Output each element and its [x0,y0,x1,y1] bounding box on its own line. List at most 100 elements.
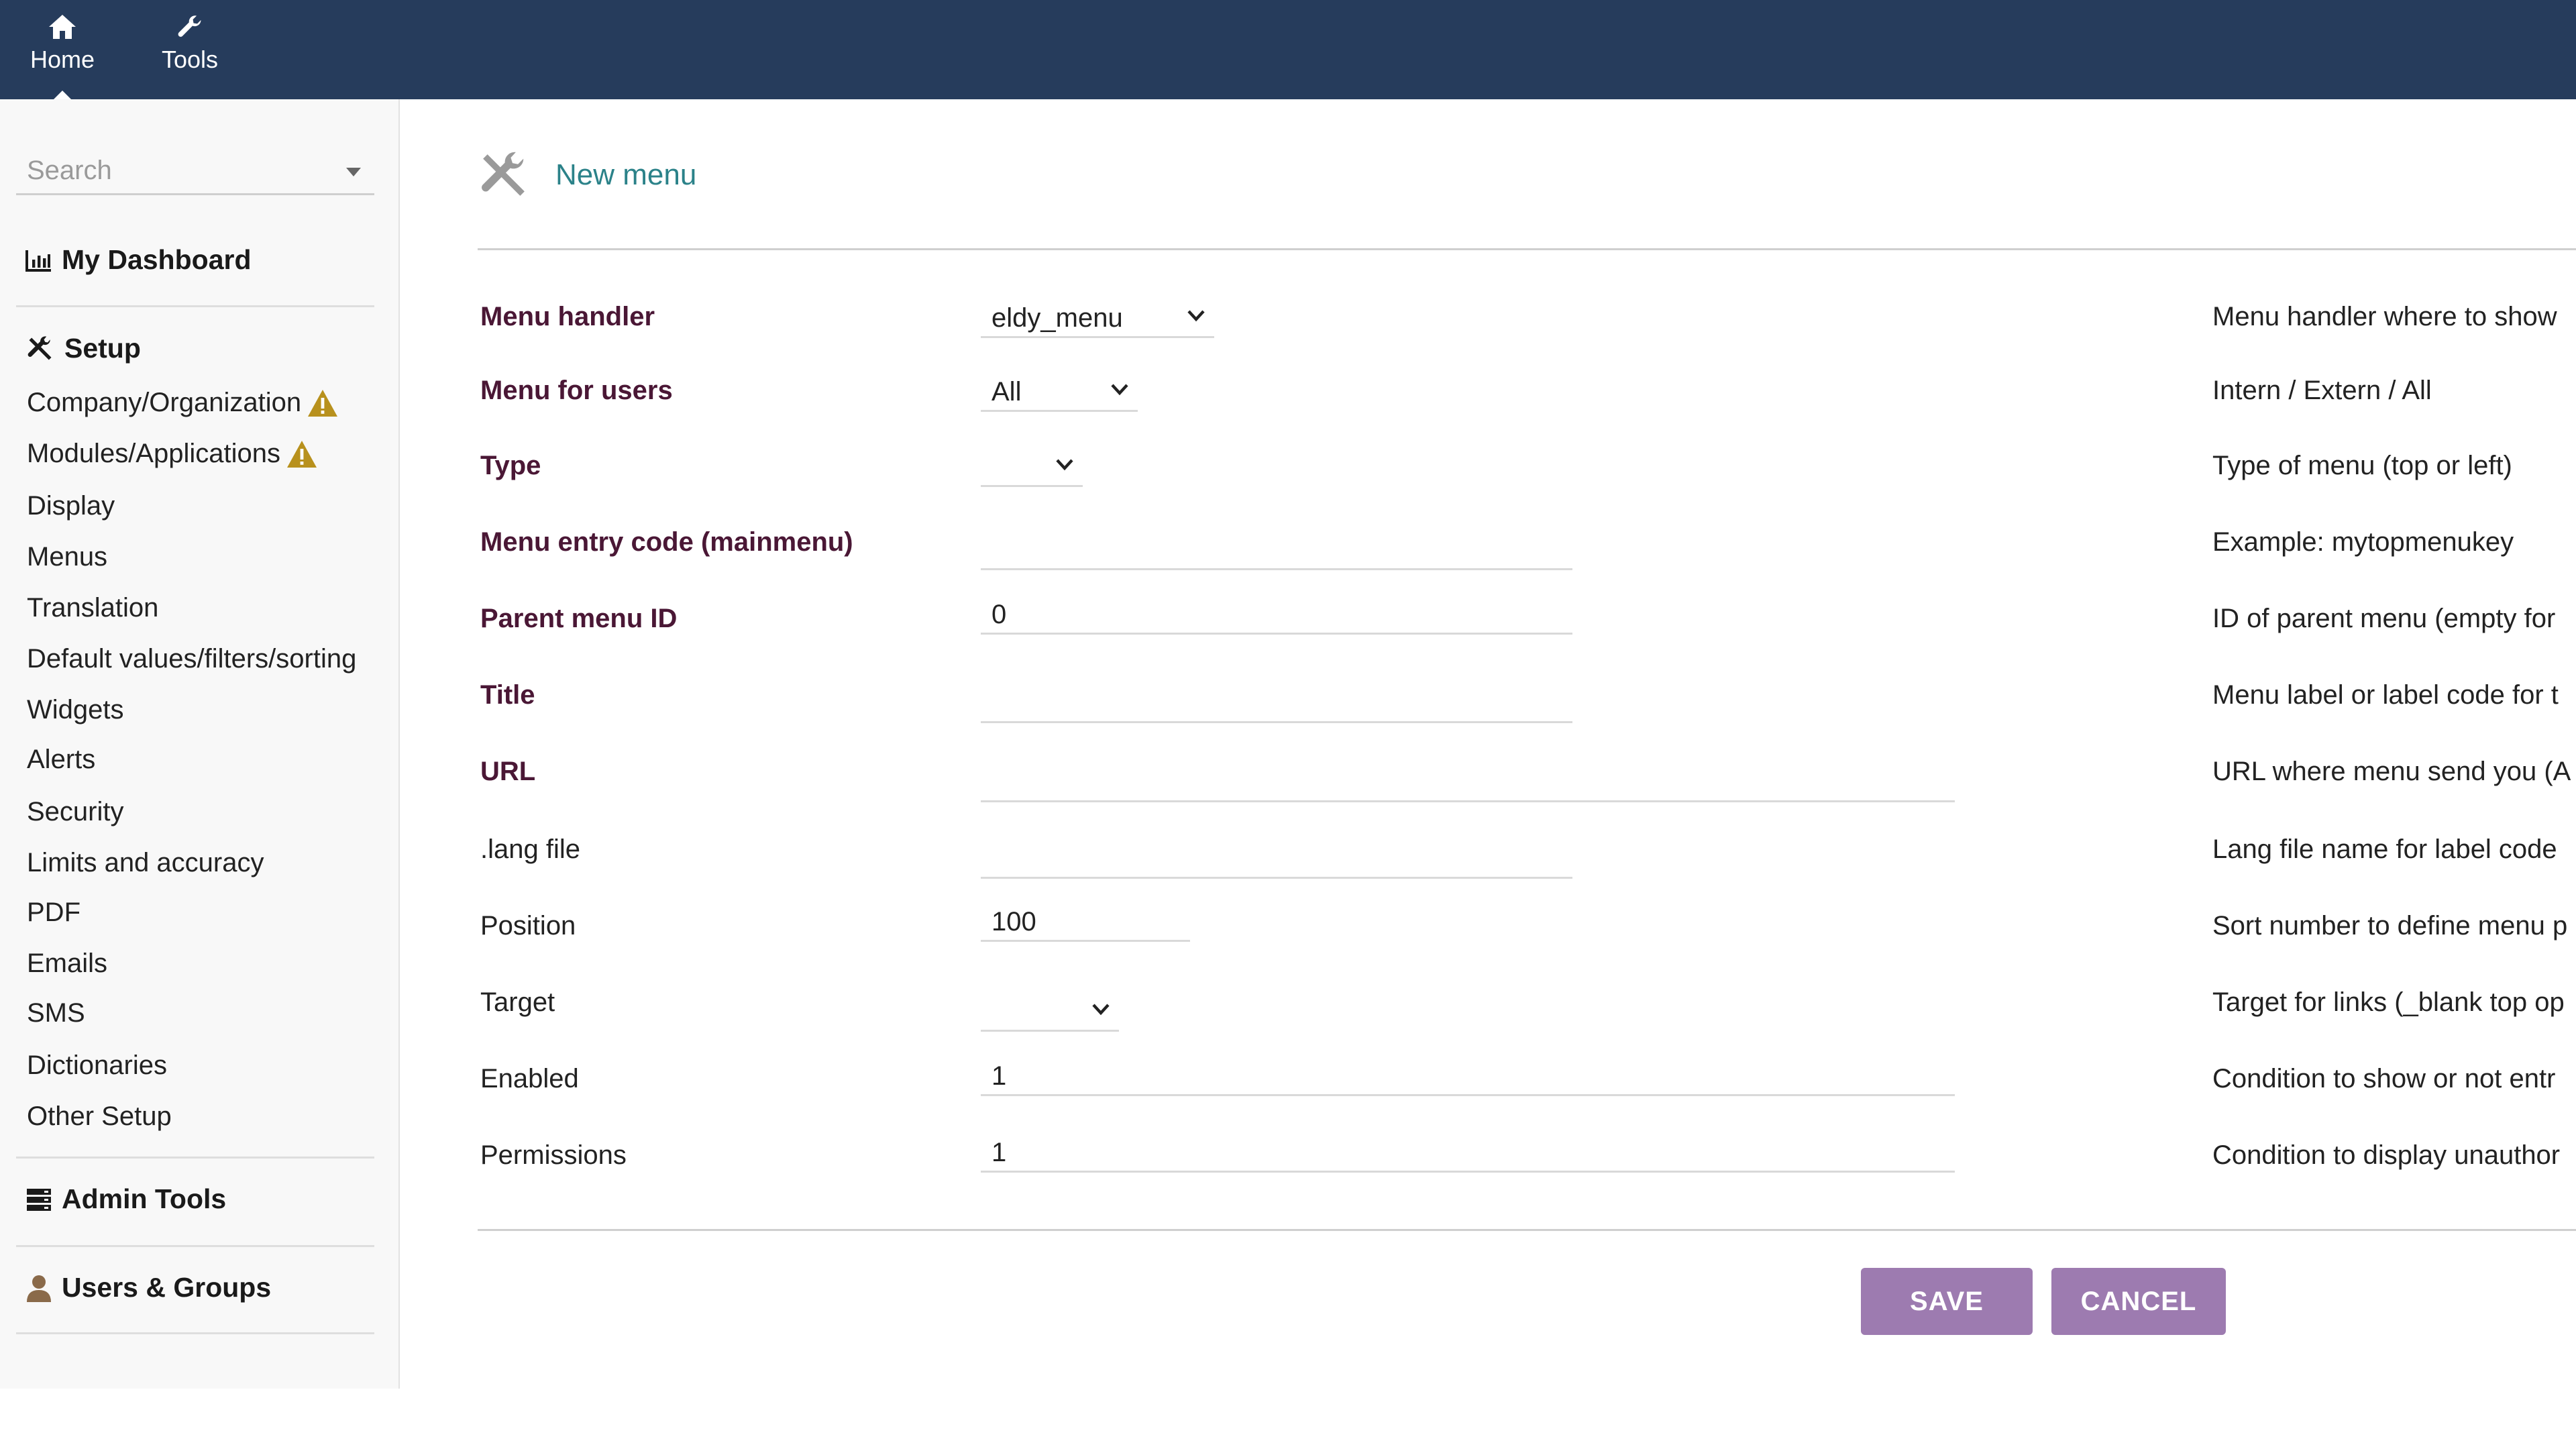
home-icon [49,15,76,39]
label-target: Target [480,987,555,1017]
menu-for-users-select[interactable]: All [981,373,1138,412]
sidebar-item-modules[interactable]: Modules/Applications [27,439,318,469]
target-select[interactable] [981,993,1119,1032]
label-menu-handler: Menu handler [480,302,655,331]
help-type: Type of menu (top or left) [2212,451,2512,480]
label-enabled: Enabled [480,1064,579,1093]
sidebar-item-label: SMS [27,998,85,1028]
help-menu-for-users: Intern / Extern / All [2212,376,2432,405]
sidebar-divider [16,1332,374,1334]
sidebar-item-label: Widgets [27,695,124,724]
nav-tools[interactable]: Tools [146,0,233,99]
chevron-down-icon [346,168,361,176]
top-navbar: Home Tools [0,0,2576,100]
sidebar-item-sms[interactable]: SMS [27,998,85,1028]
sidebar-item-dictionaries[interactable]: Dictionaries [27,1051,167,1081]
help-menu-handler: Menu handler where to show [2212,302,2557,331]
page-title: New menu [555,158,697,191]
active-caret [53,91,72,100]
permissions-input[interactable]: 1 [981,1134,1955,1173]
help-enabled: Condition to show or not entr [2212,1064,2556,1093]
tools-icon [482,152,525,196]
sidebar-item-translation[interactable]: Translation [27,593,158,623]
label-permissions: Permissions [480,1140,627,1170]
sidebar-item-label: Security [27,797,124,826]
enabled-input[interactable]: 1 [981,1057,1955,1096]
sidebar-item-company[interactable]: Company/Organization [27,388,339,418]
wrench-icon [178,15,201,37]
sidebar-item-menus[interactable]: Menus [27,542,107,572]
help-target: Target for links (_blank top op [2212,987,2565,1017]
divider [478,1229,2576,1231]
search-select[interactable]: Search [16,149,374,195]
sidebar-item-pdf[interactable]: PDF [27,898,80,928]
server-icon [27,1188,51,1211]
nav-home[interactable]: Home [19,0,106,100]
nav-home-label: Home [30,46,95,73]
chevron-down-icon [1092,1004,1110,1016]
help-title: Menu label or label code for t [2212,680,2559,710]
menu-handler-value: eldy_menu [991,303,1123,333]
help-permissions: Condition to display unauthor [2212,1140,2561,1170]
permissions-value: 1 [991,1138,1007,1167]
save-button[interactable]: SAVE [1861,1268,2033,1335]
help-url: URL where menu send you (A [2212,757,2571,786]
sidebar-item-label: PDF [27,898,80,927]
position-value: 100 [991,907,1036,936]
sidebar-item-widgets[interactable]: Widgets [27,695,124,725]
parent-menu-id-input[interactable]: 0 [981,596,1572,635]
user-icon [27,1275,51,1302]
sidebar-item-label: Default values/filters/sorting [27,644,357,674]
label-menu-entry-code: Menu entry code (mainmenu) [480,527,853,557]
sidebar-divider [16,1245,374,1247]
help-lang-file: Lang file name for label code [2212,835,2557,864]
sidebar-item-label: Emails [27,949,108,978]
sidebar-item-dashboard[interactable]: My Dashboard [25,244,252,276]
sidebar-divider [16,305,374,307]
menu-entry-code-input[interactable] [981,531,1572,570]
label-position: Position [480,911,576,941]
menu-handler-select[interactable]: eldy_menu [981,299,1214,338]
url-input[interactable] [981,763,1955,802]
type-select[interactable] [981,448,1083,487]
sidebar-item-users-groups[interactable]: Users & Groups [25,1272,271,1303]
sidebar-item-label: Alerts [27,745,96,774]
label-lang-file: .lang file [480,835,580,864]
label-type: Type [480,451,541,480]
chevron-down-icon [1187,310,1205,322]
label-menu-for-users: Menu for users [480,376,673,405]
label-title: Title [480,680,535,710]
sidebar-item-admin-tools[interactable]: Admin Tools [25,1183,226,1215]
sidebar-item-alerts[interactable]: Alerts [27,745,95,775]
sidebar-item-label: Menus [27,542,108,572]
sidebar-item-limits[interactable]: Limits and accuracy [27,848,264,878]
position-input[interactable]: 100 [981,903,1190,942]
warning-icon [287,440,317,468]
sidebar-item-label: Limits and accuracy [27,848,264,877]
sidebar-item-display[interactable]: Display [27,491,115,521]
sidebar-item-security[interactable]: Security [27,797,124,827]
search-placeholder: Search [27,156,112,185]
sidebar-item-label: Translation [27,593,159,623]
sidebar-item-default-values[interactable]: Default values/filters/sorting [27,644,356,674]
sidebar-item-label: Modules/Applications [27,439,280,468]
title-input[interactable] [981,684,1572,723]
nav-tools-label: Tools [161,46,219,73]
parent-menu-id-value: 0 [991,600,1007,629]
label-parent-menu-id: Parent menu ID [480,604,678,633]
sidebar-item-label: Other Setup [27,1102,172,1131]
enabled-value: 1 [991,1061,1007,1091]
warning-icon [308,389,338,417]
help-position: Sort number to define menu p [2212,911,2568,941]
divider [478,248,2576,250]
sidebar-item-label: Display [27,491,115,521]
sidebar-item-other-setup[interactable]: Other Setup [27,1102,172,1132]
cancel-button[interactable]: CANCEL [2051,1268,2226,1335]
sidebar-item-setup[interactable]: Setup [25,333,141,364]
help-menu-entry-code: Example: mytopmenukey [2212,527,2514,557]
tools-icon [28,335,52,360]
sidebar-item-emails[interactable]: Emails [27,949,107,979]
sidebar-setup-label: Setup [64,333,141,364]
help-parent-menu-id: ID of parent menu (empty for [2212,604,2556,633]
lang-file-input[interactable] [981,840,1572,879]
